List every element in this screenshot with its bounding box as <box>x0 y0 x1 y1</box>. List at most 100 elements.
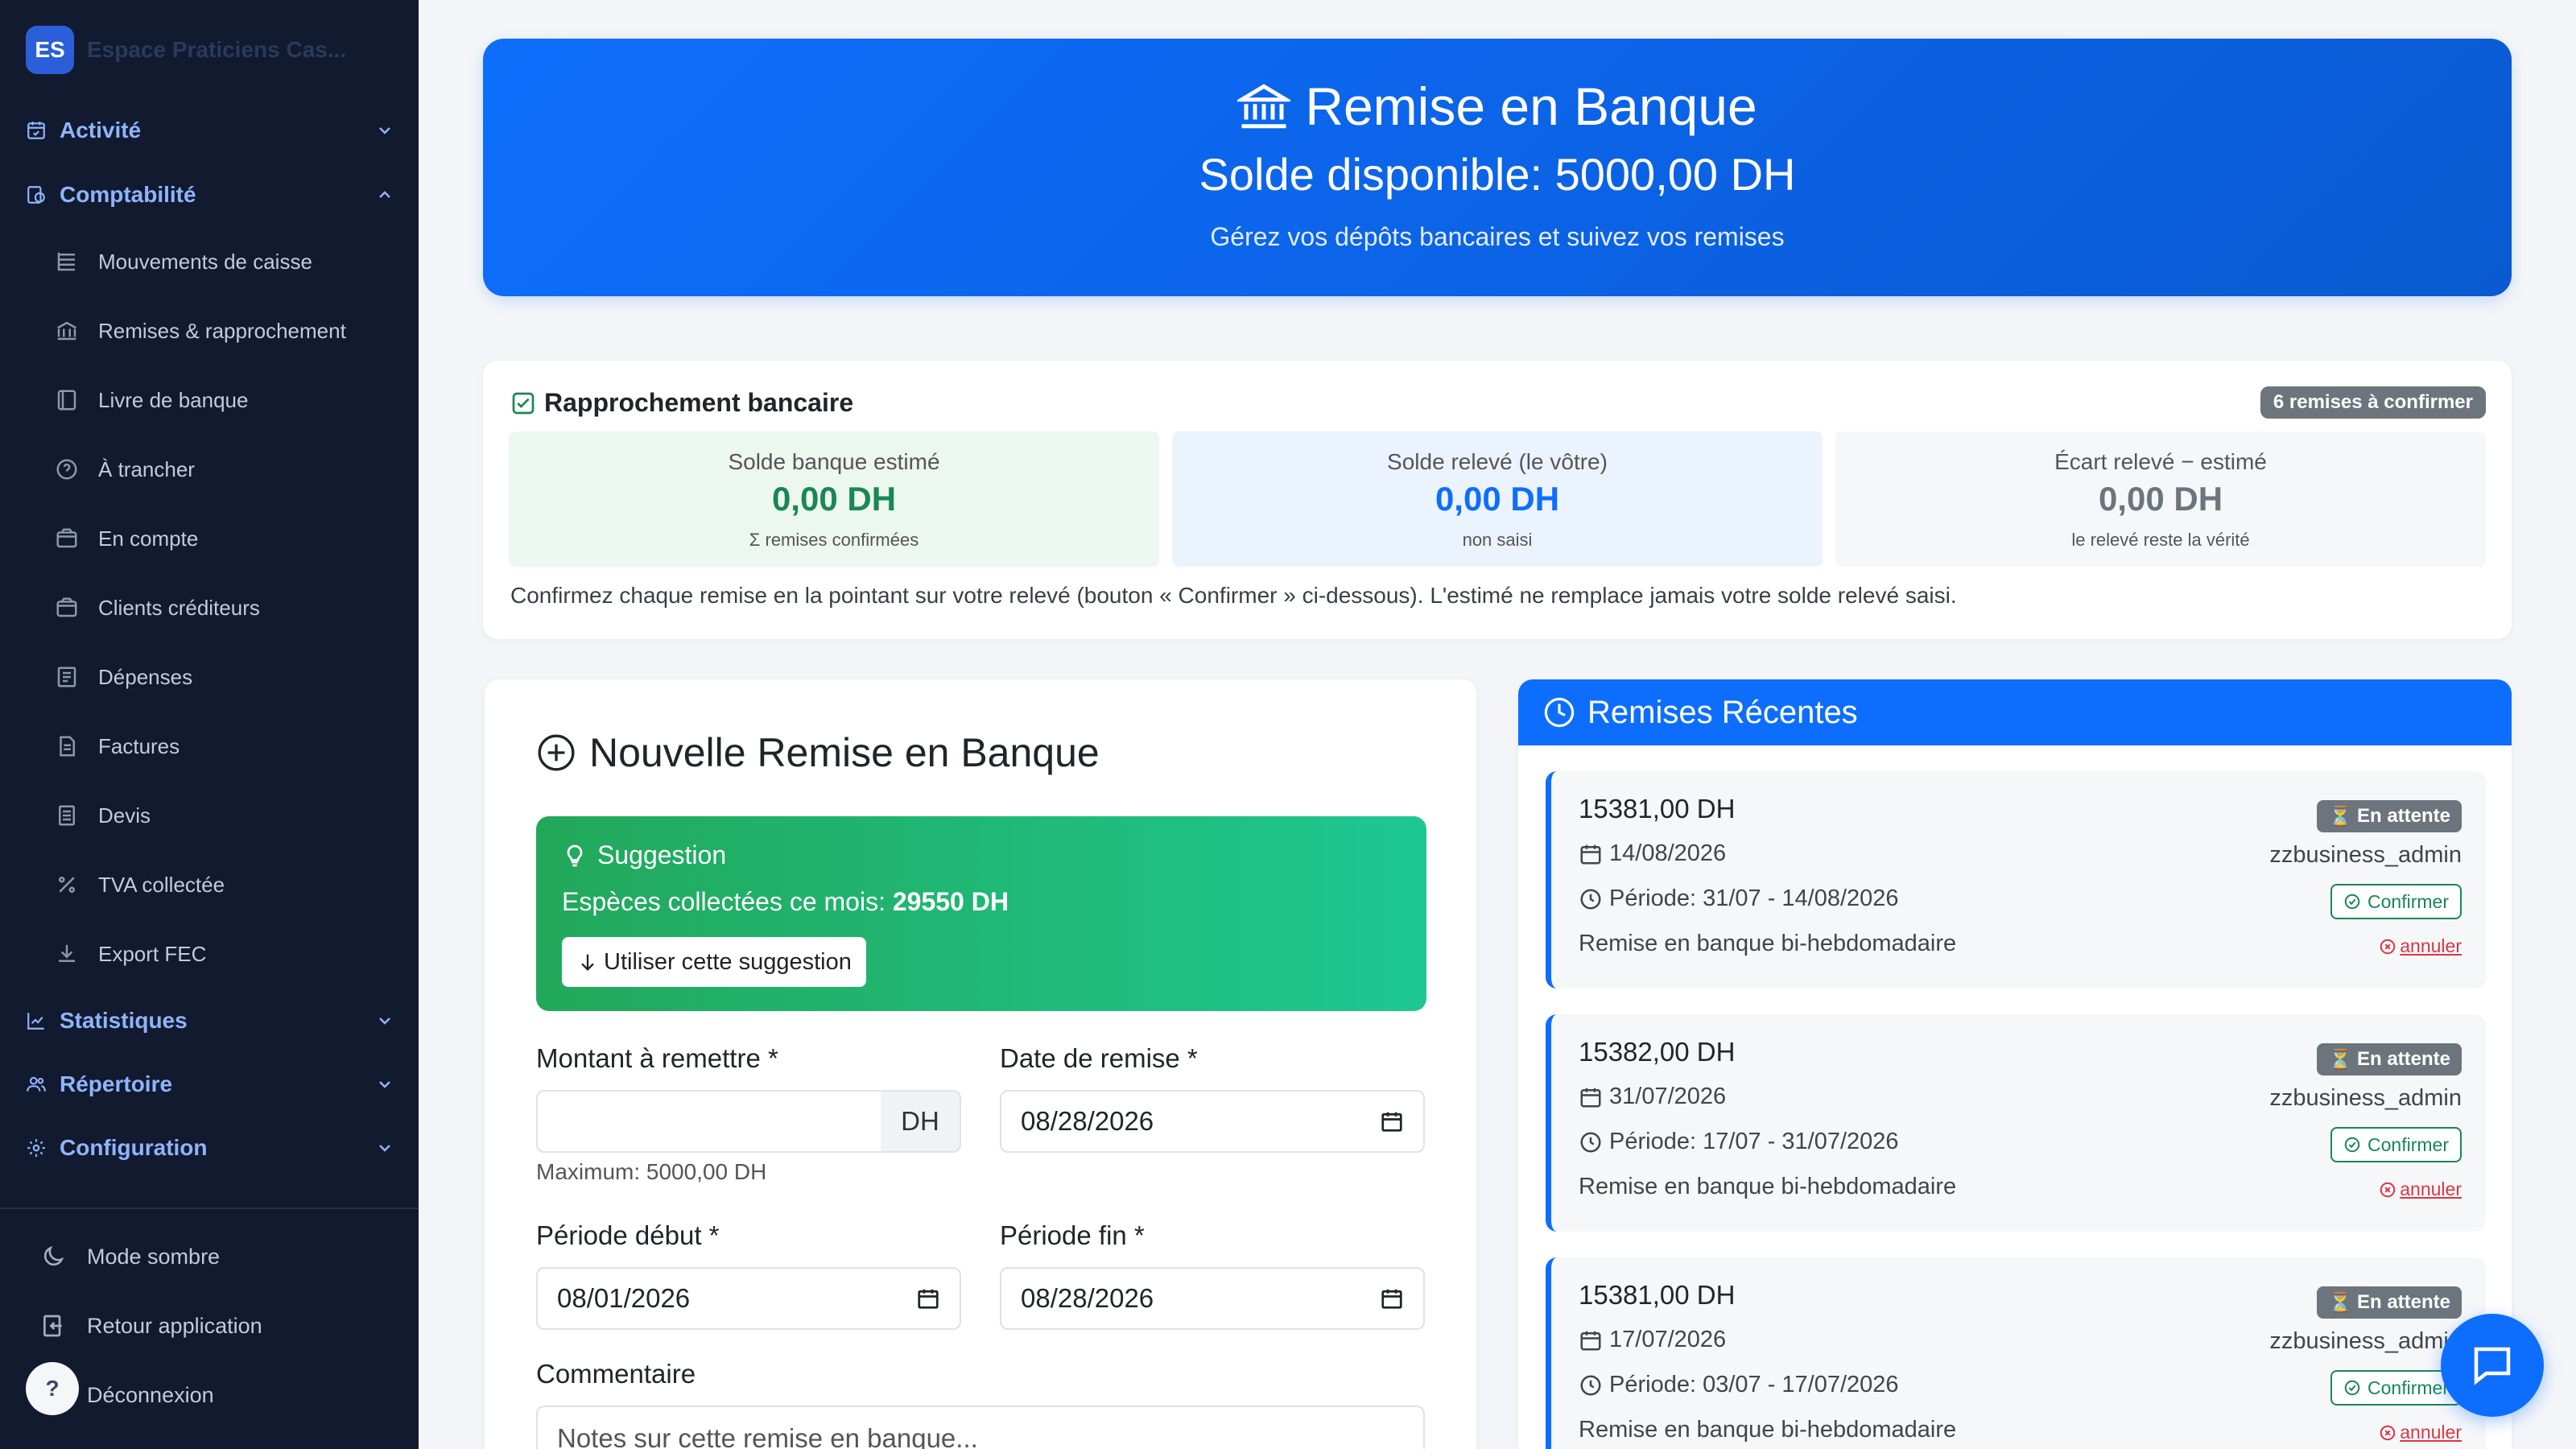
cancel-label: annuler <box>2400 935 2462 956</box>
status-badge-text: En attente <box>2356 1048 2450 1070</box>
confirm-label: Confirmer <box>2368 890 2449 912</box>
deposit-note: Remise en banque bi-hebdomadaire <box>1579 1417 1957 1443</box>
sidebar-divider <box>0 1208 419 1209</box>
suggestion-amount: 29550 DH <box>892 887 1009 916</box>
sidebar-item-factures[interactable]: Factures <box>53 727 391 766</box>
nav-section-label: Statistiques <box>60 1008 188 1033</box>
deposit-user: zzbusiness_admin <box>2269 1328 2462 1354</box>
arrow-down-icon <box>581 954 594 971</box>
comment-textarea[interactable]: Notes sur cette remise en banque... <box>536 1406 1425 1449</box>
sidebar-item-label: Remises & rapprochement <box>98 318 346 343</box>
sidebar-item-depenses[interactable]: Dépenses <box>53 658 391 696</box>
list-icon <box>53 248 80 275</box>
comment-label: Commentaire <box>536 1359 696 1389</box>
dark-mode-label: Mode sombre <box>87 1244 221 1269</box>
deposit-user: zzbusiness_admin <box>2269 1085 2462 1111</box>
cancel-link[interactable]: annuler <box>2379 1179 2462 1200</box>
period-start-input[interactable]: 08/01/2026 <box>536 1267 961 1330</box>
deposit-period-text: Période: 03/07 - 17/07/2026 <box>1609 1372 1899 1397</box>
sidebar-item-livre-banque[interactable]: Livre de banque <box>53 381 391 419</box>
x-circle-icon <box>2380 939 2396 954</box>
calendar-icon[interactable] <box>916 1286 940 1311</box>
clock-icon <box>1580 889 1601 909</box>
deposit-period: Période: 03/07 - 17/07/2026 <box>1579 1372 1899 1398</box>
sidebar-item-label: TVA collectée <box>98 872 225 897</box>
hourglass-icon: ⏳ <box>2328 1291 2352 1314</box>
hourglass-icon: ⏳ <box>2328 805 2352 828</box>
back-to-app-link[interactable]: Retour application <box>39 1306 393 1346</box>
sidebar-item-tva[interactable]: TVA collectée <box>53 865 391 904</box>
confirm-button[interactable]: Confirmer <box>2330 884 2462 919</box>
nav-section-activite[interactable]: Activité <box>24 111 394 150</box>
period-start-label: Période début * <box>536 1220 720 1250</box>
receipt-icon <box>53 663 80 691</box>
sidebar-item-mouvements[interactable]: Mouvements de caisse <box>53 242 391 281</box>
users-icon <box>24 1072 48 1096</box>
wallet-icon <box>53 525 80 552</box>
sidebar-item-label: Livre de banque <box>98 387 249 412</box>
book-icon <box>53 386 80 414</box>
period-end-input[interactable]: 08/28/2026 <box>1000 1267 1425 1330</box>
dark-mode-toggle[interactable]: Mode sombre <box>39 1236 393 1277</box>
nav-section-repertoire[interactable]: Répertoire <box>24 1065 394 1104</box>
hourglass-icon: ⏳ <box>2328 1048 2352 1071</box>
use-suggestion-label: Utiliser cette suggestion <box>604 948 852 975</box>
deposit-item: 15382,00 DH 31/07/2026 Période: 17/07 - … <box>1546 1014 2486 1232</box>
suggestion-heading: Suggestion <box>562 840 726 870</box>
percent-icon <box>53 871 80 898</box>
nav-section-comptabilite[interactable]: Comptabilité <box>24 175 394 214</box>
deposit-amount: 15381,00 DH <box>1579 1280 1736 1310</box>
sidebar-item-en-compte[interactable]: En compte <box>53 519 391 558</box>
sidebar: ES Espace Praticiens Cas... Activité Com… <box>0 0 419 1449</box>
wallet-icon <box>53 594 80 621</box>
brand-logo: ES <box>26 26 74 74</box>
nav-section-statistiques[interactable]: Statistiques <box>24 1001 394 1040</box>
sidebar-item-a-trancher[interactable]: À trancher <box>53 450 391 489</box>
deposit-date: 14/08/2026 <box>1579 840 1726 867</box>
calendar-icon <box>1580 1331 1601 1350</box>
sidebar-item-remises[interactable]: Remises & rapprochement <box>53 312 391 350</box>
logout-label: Déconnexion <box>87 1382 214 1407</box>
deposit-date-text: 31/07/2026 <box>1609 1084 1727 1109</box>
stat-caption: le relevé reste la vérité <box>2071 530 2250 550</box>
calendar-icon[interactable] <box>1380 1109 1404 1133</box>
status-badge: ⏳ En attente <box>2317 1043 2462 1075</box>
logout-link[interactable]: Déconnexion <box>39 1375 393 1415</box>
cancel-label: annuler <box>2400 1179 2462 1199</box>
calendar-icon[interactable] <box>1380 1286 1404 1311</box>
amount-label: Montant à remettre * <box>536 1043 778 1073</box>
date-value: 08/01/2026 <box>557 1283 691 1313</box>
nav-section-label: Répertoire <box>60 1071 173 1096</box>
help-button[interactable]: ? <box>26 1362 79 1415</box>
clock-icon <box>1580 1132 1601 1152</box>
confirm-button[interactable]: Confirmer <box>2330 1127 2462 1162</box>
cancel-link[interactable]: annuler <box>2379 935 2462 957</box>
reconciliation-card: Rapprochement bancaire 6 remises à confi… <box>483 361 2512 639</box>
deposit-user: zzbusiness_admin <box>2269 842 2462 868</box>
sidebar-item-clients-crediteurs[interactable]: Clients créditeurs <box>53 588 391 627</box>
sidebar-item-export-fec[interactable]: Export FEC <box>53 935 391 973</box>
deposit-period: Période: 17/07 - 31/07/2026 <box>1579 1129 1899 1155</box>
chat-button[interactable] <box>2441 1314 2544 1417</box>
gear-icon <box>24 1136 48 1160</box>
stat-value: 0,00 DH <box>1435 480 1560 518</box>
date-value: 08/28/2026 <box>1021 1283 1154 1313</box>
deposit-note: Remise en banque bi-hebdomadaire <box>1579 931 1957 956</box>
file-text-icon <box>53 733 80 760</box>
lightbulb-icon <box>567 844 583 866</box>
brand[interactable]: ES Espace Praticiens Cas... <box>26 26 361 74</box>
stat-caption: non saisi <box>1462 530 1533 550</box>
chevron-down-icon <box>379 127 390 134</box>
cancel-link[interactable]: annuler <box>2379 1422 2462 1443</box>
sidebar-item-devis[interactable]: Devis <box>53 796 391 835</box>
chevron-up-icon <box>379 191 390 198</box>
deposit-date: 17/07/2026 <box>1579 1327 1726 1353</box>
use-suggestion-button[interactable]: Utiliser cette suggestion <box>562 937 866 987</box>
reconciliation-title-text: Rapprochement bancaire <box>544 388 854 417</box>
deposit-date-input[interactable]: 08/28/2026 <box>1000 1090 1425 1153</box>
stat-caption: Σ remises confirmées <box>749 530 919 550</box>
nav-section-configuration[interactable]: Configuration <box>24 1129 394 1167</box>
amount-input[interactable] <box>536 1090 884 1153</box>
deposit-period-text: Période: 31/07 - 14/08/2026 <box>1609 886 1899 911</box>
deposit-date-label: Date de remise * <box>1000 1043 1198 1073</box>
